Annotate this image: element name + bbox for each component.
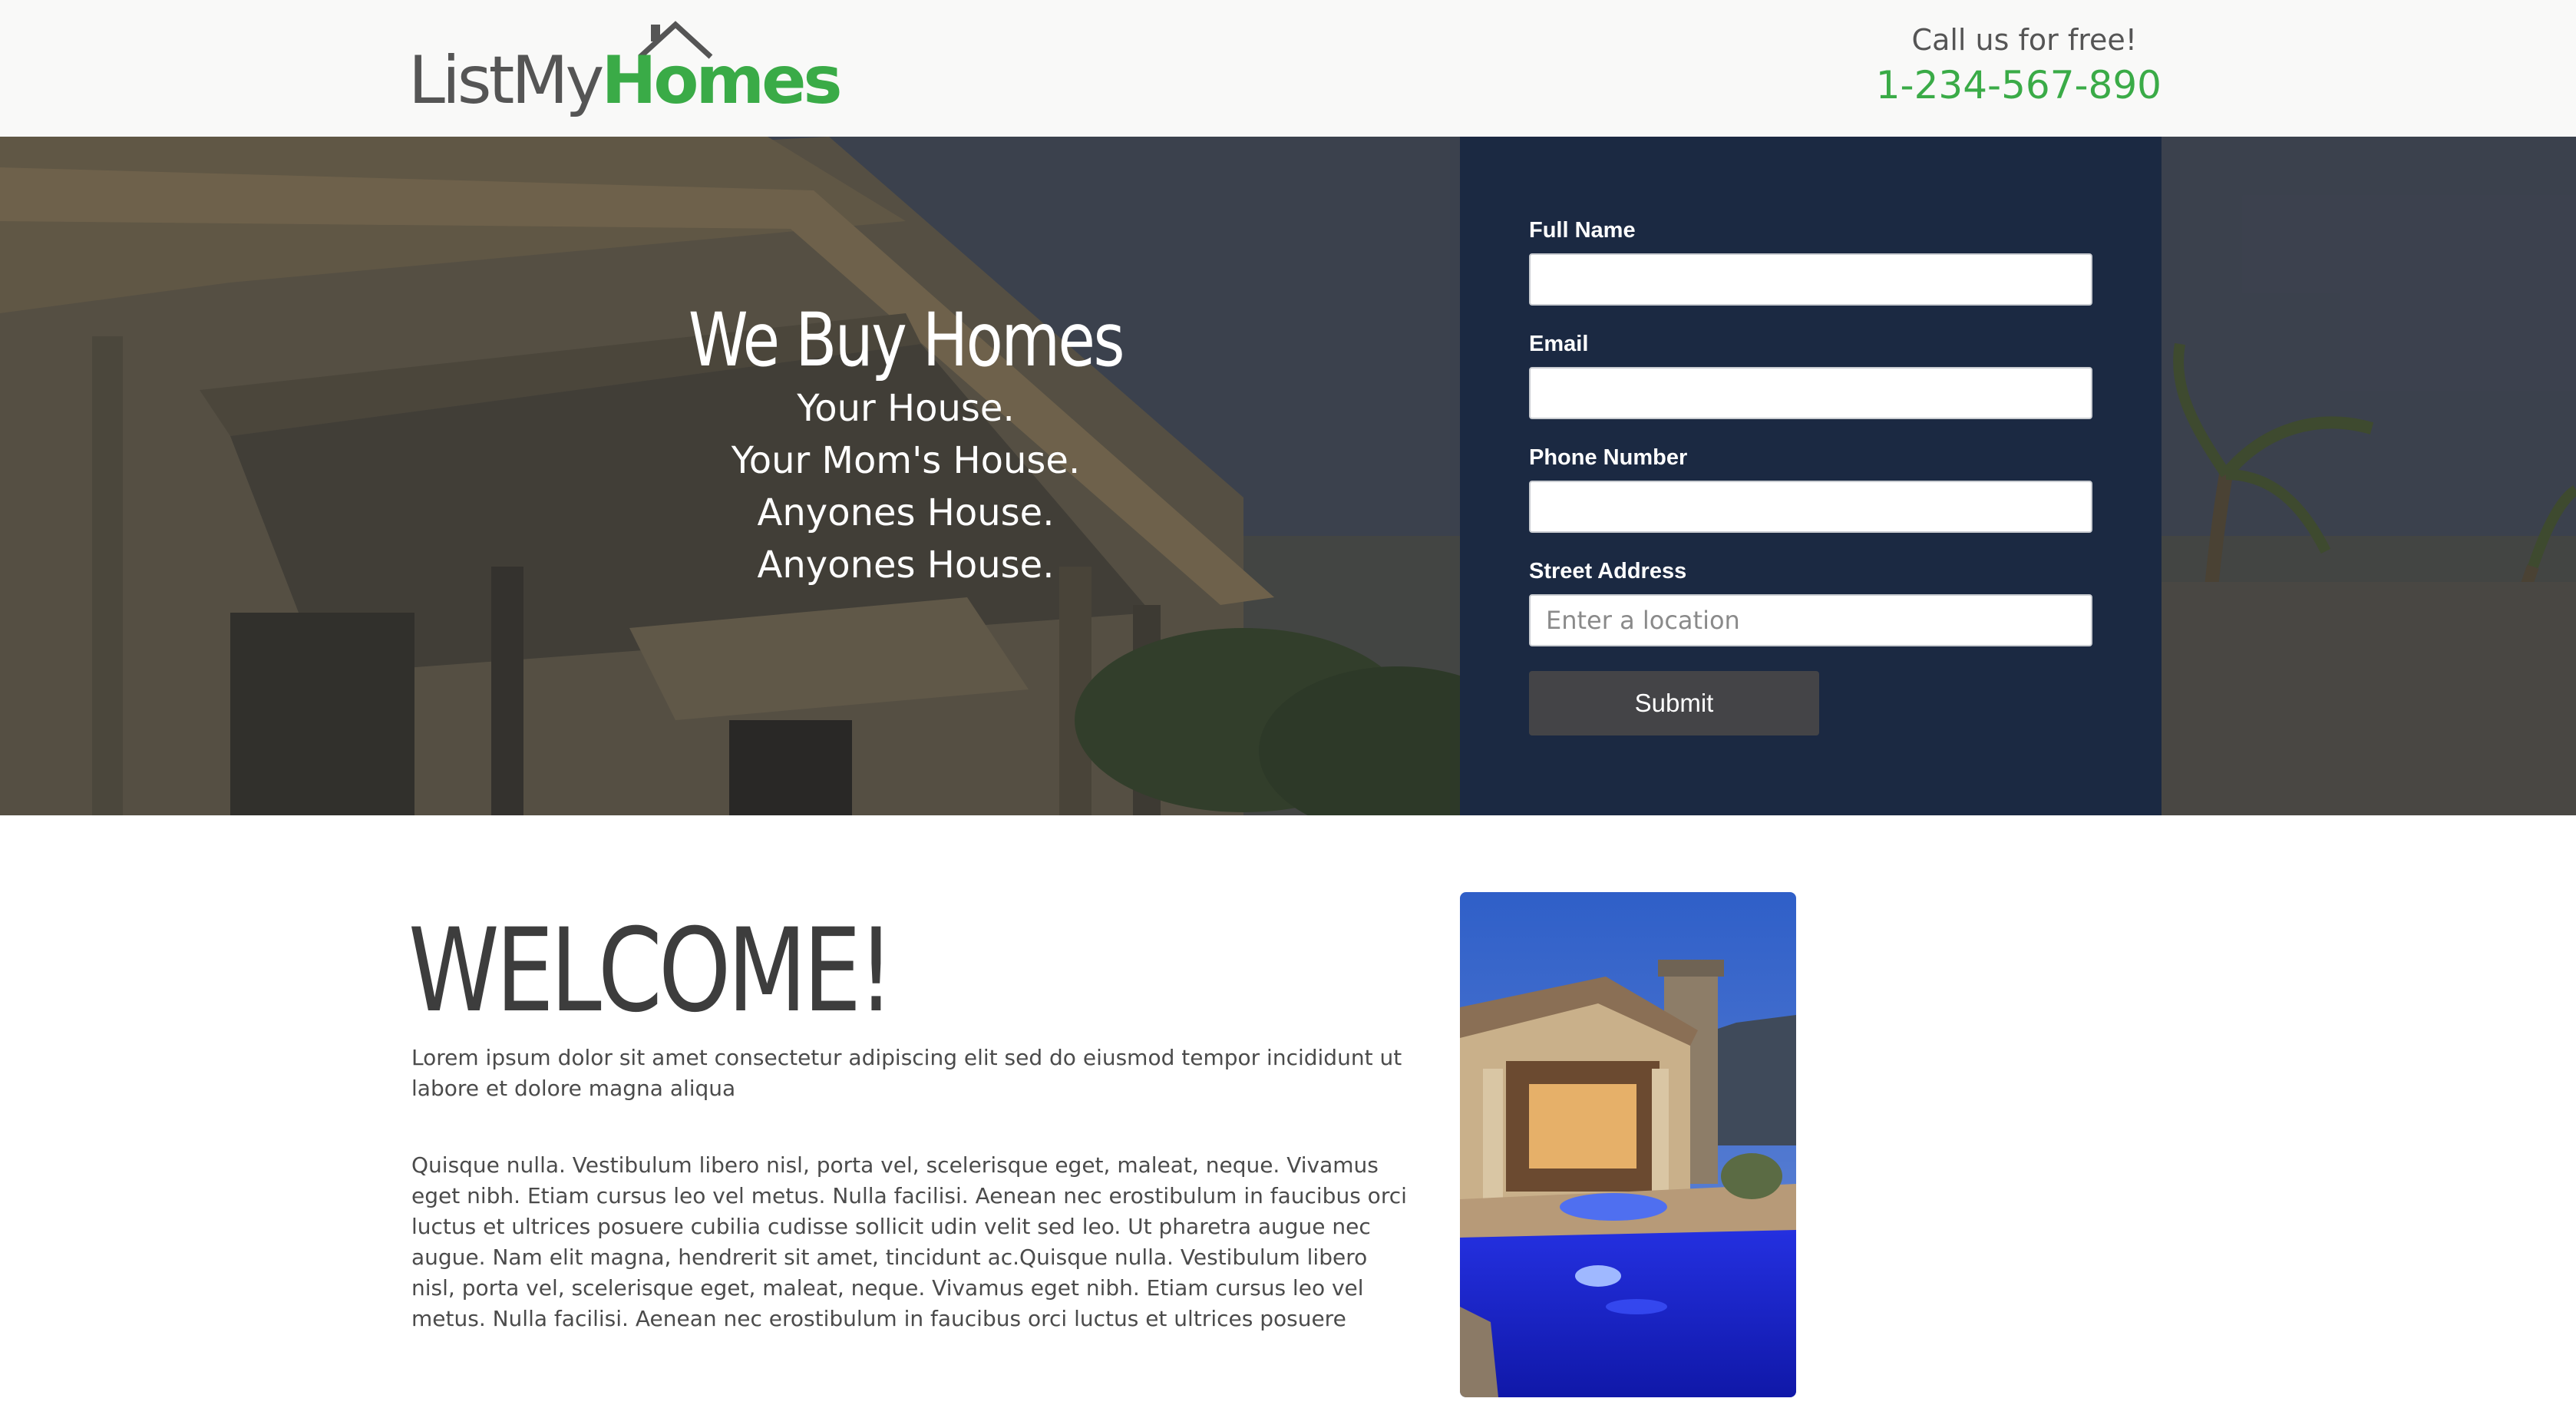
phone-number-link[interactable]: 1-234-567-890 bbox=[1876, 63, 2162, 107]
street-address-input[interactable] bbox=[1529, 594, 2092, 646]
submit-button[interactable]: Submit bbox=[1529, 671, 1819, 735]
full-name-label: Full Name bbox=[1529, 218, 1636, 243]
logo-wordmark: ListMyHomes bbox=[408, 48, 843, 114]
email-input[interactable] bbox=[1529, 367, 2092, 419]
welcome-heading: WELCOME! bbox=[408, 904, 894, 1038]
street-address-label: Street Address bbox=[1529, 559, 1687, 583]
hero-line: Your Mom's House. bbox=[731, 439, 1081, 483]
lead-form: Full Name Email Phone Number Street Addr… bbox=[1460, 137, 2162, 815]
full-name-input[interactable] bbox=[1529, 253, 2092, 306]
call-label: Call us for free! bbox=[1911, 23, 2137, 57]
hero-line: Anyones House. bbox=[757, 491, 1055, 535]
logo-text-bold: Homes bbox=[601, 42, 842, 119]
hero-line: Anyones House. bbox=[757, 544, 1055, 587]
body-paragraph: Quisque nulla. Vestibulum libero nisl, p… bbox=[411, 1152, 1407, 1331]
hero-overlay bbox=[0, 137, 2576, 815]
logo-text-light: ListMy bbox=[408, 42, 604, 119]
email-label: Email bbox=[1529, 332, 1589, 356]
pool-house-photo bbox=[1460, 892, 1796, 1397]
site-logo[interactable]: ListMyHomes bbox=[408, 20, 843, 120]
hero-line: Your House. bbox=[797, 387, 1015, 431]
hero-section: We Buy Homes Your House. Your Mom's Hous… bbox=[0, 137, 2576, 815]
site-header: ListMyHomes Call us for free! 1-234-567-… bbox=[0, 0, 2576, 137]
hero-title: We Buy Homes bbox=[688, 297, 1125, 383]
hero-copy: We Buy Homes Your House. Your Mom's Hous… bbox=[599, 298, 1213, 591]
phone-label: Phone Number bbox=[1529, 445, 1688, 470]
phone-input[interactable] bbox=[1529, 481, 2092, 533]
intro-paragraph: Lorem ipsum dolor sit amet consectetur a… bbox=[411, 1045, 1402, 1101]
